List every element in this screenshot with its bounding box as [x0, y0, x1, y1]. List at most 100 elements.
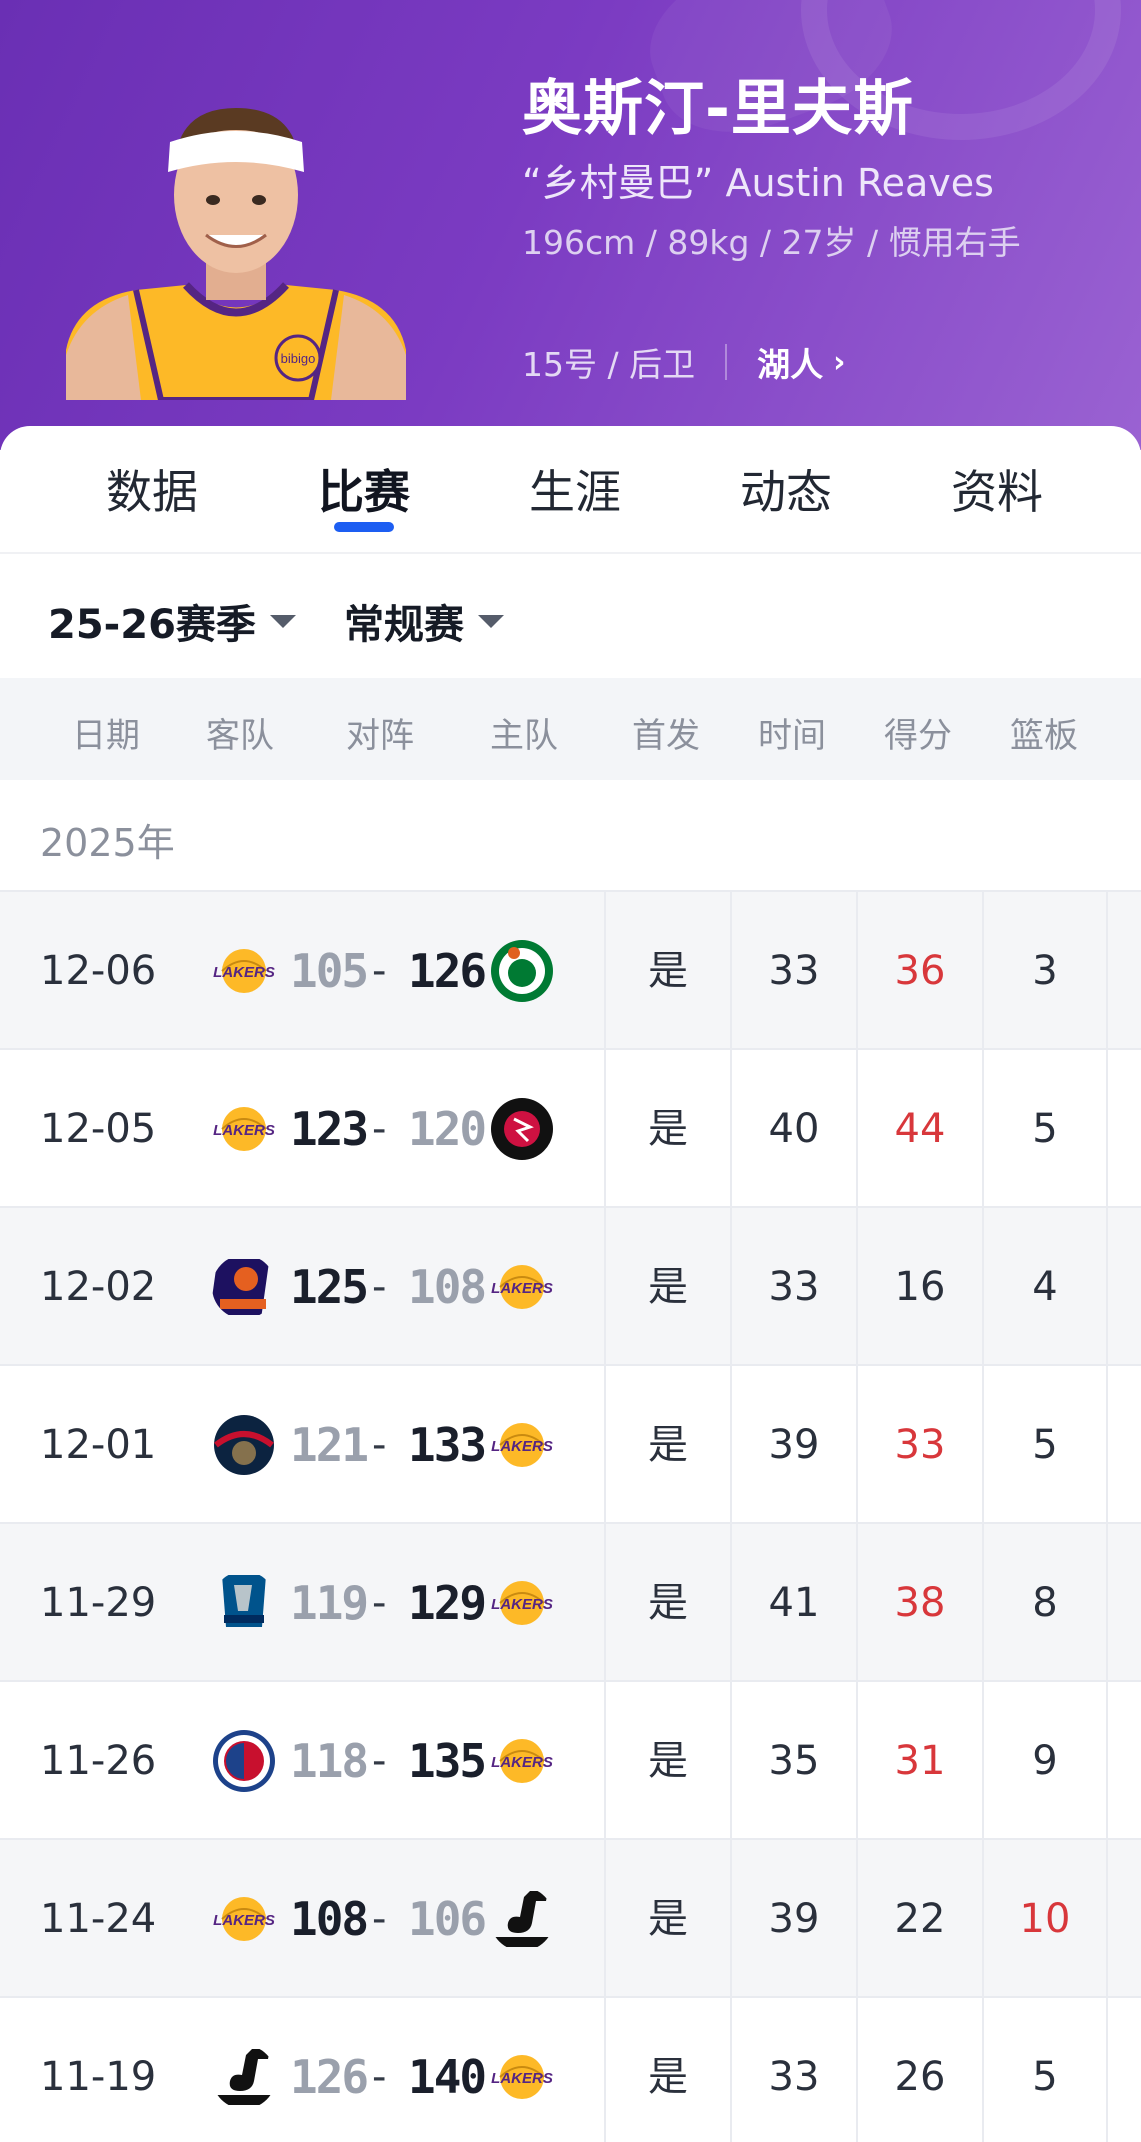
- divider: [1106, 1366, 1108, 1524]
- table-row[interactable]: 12-01 121 - 133 LAKERS 是 39 33 5: [0, 1364, 1141, 1524]
- player-avatar: bibigo: [66, 100, 406, 400]
- tab-news[interactable]: 动态: [686, 456, 886, 522]
- tab-games[interactable]: 比赛: [264, 456, 464, 522]
- away-score: 125: [290, 1260, 369, 1314]
- lakers-logo-icon: LAKERS: [212, 1887, 276, 1951]
- score-separator: -: [372, 1422, 387, 1468]
- starter-cell: 是: [648, 948, 688, 994]
- svg-text:LAKERS: LAKERS: [213, 964, 275, 981]
- away-score: 118: [290, 1734, 369, 1788]
- filter-bar: 25-26赛季 常规赛: [0, 554, 1141, 678]
- svg-text:LAKERS: LAKERS: [491, 1754, 553, 1771]
- jazz-logo-icon: [212, 2045, 276, 2109]
- home-score: 135: [408, 1734, 487, 1788]
- table-row[interactable]: 11-29 119 - 129 LAKERS 是 41 38 8: [0, 1522, 1141, 1682]
- minutes-cell: 33: [768, 2054, 820, 2100]
- season-label: 25-26赛季: [48, 602, 256, 648]
- table-row[interactable]: 12-05 LAKERS 123 - 120 是 40 44 5: [0, 1048, 1141, 1208]
- points-cell: 44: [894, 1106, 946, 1152]
- minutes-cell: 41: [768, 1580, 820, 1626]
- points-cell: 16: [894, 1264, 946, 1310]
- table-row[interactable]: 11-24 LAKERS 108 - 106 是 39 22 10: [0, 1838, 1141, 1998]
- rebounds-cell: 8: [1032, 1580, 1058, 1626]
- caret-down-icon: [478, 614, 504, 628]
- player-header: bibigo 奥斯汀-里夫斯 “乡村曼巴” Austin Reaves 196c…: [0, 0, 1141, 450]
- starter-cell: 是: [648, 1264, 688, 1310]
- table-row[interactable]: 12-06 LAKERS 105 - 126 是 33 36 3: [0, 890, 1141, 1050]
- starter-cell: 是: [648, 1896, 688, 1942]
- svg-text:LAKERS: LAKERS: [491, 1596, 553, 1613]
- table-row[interactable]: 11-19 126 - 140 LAKERS 是 33 26 5: [0, 1996, 1141, 2142]
- rebounds-cell: 4: [1032, 1264, 1058, 1310]
- tab-career[interactable]: 生涯: [475, 456, 675, 522]
- raptors-logo-icon: [490, 1097, 554, 1161]
- lakers-logo-icon: LAKERS: [490, 1255, 554, 1319]
- lakers-logo-icon: LAKERS: [490, 1729, 554, 1793]
- player-number-position: 15号 / 后卫: [522, 345, 696, 384]
- score-separator: -: [372, 2054, 387, 2100]
- game-type-dropdown[interactable]: 常规赛: [344, 592, 504, 650]
- suns-logo-icon: [212, 1255, 276, 1319]
- minutes-cell: 39: [768, 1896, 820, 1942]
- score-separator: -: [372, 1738, 387, 1784]
- rebounds-cell: 3: [1032, 948, 1058, 994]
- table-row[interactable]: 12-02 125 - 108 LAKERS 是 33 16 4: [0, 1206, 1141, 1366]
- clippers-logo-icon: [212, 1729, 276, 1793]
- tab-profile[interactable]: 资料: [897, 456, 1097, 522]
- column-header-date: 日期: [72, 716, 140, 756]
- home-score: 120: [408, 1102, 487, 1156]
- active-tab-indicator: [334, 522, 394, 532]
- divider: [1106, 1524, 1108, 1682]
- svg-text:LAKERS: LAKERS: [491, 1438, 553, 1455]
- table-row[interactable]: 11-26 118 - 135 LAKERS 是 35 31 9: [0, 1680, 1141, 1840]
- svg-text:LAKERS: LAKERS: [213, 1122, 275, 1139]
- game-date: 12-01: [40, 1422, 157, 1468]
- divider: [1106, 1682, 1108, 1840]
- tab-data[interactable]: 数据: [52, 456, 252, 522]
- divider: [1106, 1050, 1108, 1208]
- home-score: 129: [408, 1576, 487, 1630]
- rebounds-cell: 5: [1032, 1106, 1058, 1152]
- svg-text:LAKERS: LAKERS: [213, 1912, 275, 1929]
- home-score: 108: [408, 1260, 487, 1314]
- away-score: 126: [290, 2050, 369, 2104]
- divider: [725, 344, 728, 380]
- rebounds-cell: 10: [1019, 1896, 1071, 1942]
- rebounds-cell: 9: [1032, 1738, 1058, 1784]
- away-score: 108: [290, 1892, 369, 1946]
- game-date: 11-26: [40, 1738, 157, 1784]
- home-score: 106: [408, 1892, 487, 1946]
- score-separator: -: [372, 1106, 387, 1152]
- score-separator: -: [372, 1896, 387, 1942]
- column-header-rebounds: 篮板: [1010, 716, 1078, 756]
- starter-cell: 是: [648, 1580, 688, 1626]
- starter-cell: 是: [648, 1422, 688, 1468]
- lakers-logo-icon: LAKERS: [490, 2045, 554, 2109]
- game-date: 11-19: [40, 2054, 157, 2100]
- column-header-points: 得分: [884, 716, 952, 756]
- season-dropdown[interactable]: 25-26赛季: [48, 592, 296, 650]
- points-cell: 36: [894, 948, 946, 994]
- svg-text:LAKERS: LAKERS: [491, 1280, 553, 1297]
- divider: [1106, 892, 1108, 1050]
- rebounds-cell: 5: [1032, 2054, 1058, 2100]
- player-position-row: 15号 / 后卫 湖人 ›: [522, 338, 845, 386]
- away-score: 105: [290, 944, 369, 998]
- lakers-logo-icon: LAKERS: [212, 939, 276, 1003]
- points-cell: 22: [894, 1896, 946, 1942]
- home-score: 126: [408, 944, 487, 998]
- score-separator: -: [372, 1264, 387, 1310]
- lakers-logo-icon: LAKERS: [212, 1097, 276, 1161]
- game-date: 12-06: [40, 948, 157, 994]
- player-nickname: “乡村曼巴” Austin Reaves: [522, 161, 994, 205]
- starter-cell: 是: [648, 1106, 688, 1152]
- team-link[interactable]: 湖人 ›: [757, 338, 845, 386]
- divider: [1106, 1840, 1108, 1998]
- tab-bar: 数据 比赛 生涯 动态 资料: [0, 426, 1141, 554]
- mavericks-logo-icon: [212, 1571, 276, 1635]
- starter-cell: 是: [648, 2054, 688, 2100]
- caret-down-icon: [269, 614, 296, 628]
- game-type-label: 常规赛: [344, 602, 464, 648]
- table-header: 日期 客队 对阵 主队 首发 时间 得分 篮板: [0, 678, 1141, 780]
- celtics-logo-icon: [490, 939, 554, 1003]
